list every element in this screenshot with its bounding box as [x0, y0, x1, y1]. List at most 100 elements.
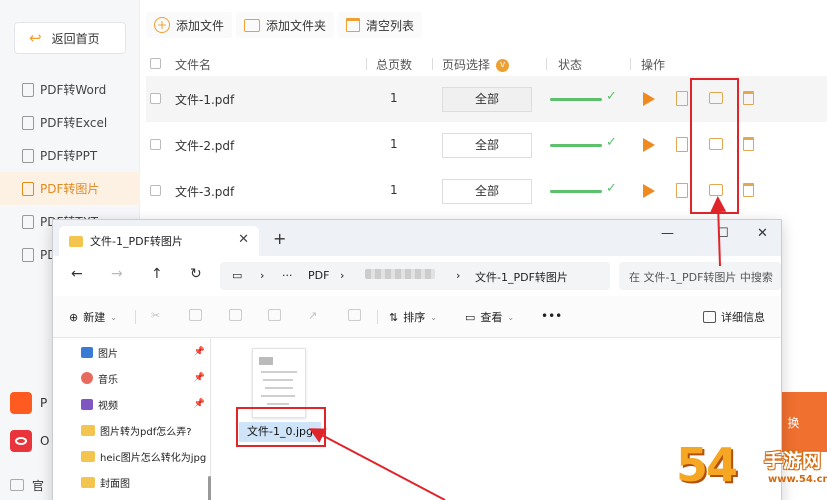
page-select-dropdown[interactable]: 全部 [442, 179, 532, 204]
view-icon: ▭ [465, 310, 476, 324]
nav-item-label: 封面图 [100, 478, 130, 490]
new-label: 新建 [83, 311, 106, 324]
scrollbar[interactable] [208, 476, 211, 500]
row-checkbox[interactable] [150, 93, 161, 104]
shortcut-label: P [40, 396, 48, 410]
document-icon [22, 115, 34, 130]
music-icon [81, 372, 93, 384]
header-divider [432, 58, 433, 70]
search-input[interactable]: 在 文件-1_PDF转图片 中搜索 [619, 262, 781, 290]
rename-icon[interactable] [268, 309, 281, 321]
nav-item-music[interactable]: 音乐 📌 [81, 368, 209, 388]
nav-item-label: heic图片怎么转化为jpg [100, 452, 207, 464]
clear-list-button[interactable]: 清空列表 [338, 12, 423, 38]
minimize-button[interactable]: — [661, 226, 674, 241]
nav-item-folder[interactable]: heic图片怎么转化为jpg [81, 446, 209, 466]
trash-icon[interactable] [743, 91, 754, 105]
app-toolbar: + 添加文件 添加文件夹 清空列表 [140, 0, 827, 48]
new-tab-button[interactable]: + [273, 229, 286, 248]
plus-circle-icon: ⊕ [69, 310, 79, 324]
delete-icon[interactable] [348, 309, 361, 321]
header-divider [366, 58, 367, 70]
new-button[interactable]: ⊕ 新建 ⌄ [69, 309, 117, 325]
play-icon[interactable] [643, 92, 655, 106]
address-bar[interactable]: ▭ › ··· PDF › › 文件-1_PDF转图片 [220, 262, 610, 290]
back-home-button[interactable]: ↩ 返回首页 [14, 22, 126, 54]
page-select-dropdown[interactable]: 全部 [442, 133, 532, 158]
page-count: 1 [390, 137, 398, 151]
select-all-checkbox[interactable] [150, 58, 161, 69]
maximize-button[interactable]: ☐ [717, 226, 729, 241]
explorer-nav-bar: ← → ↑ ↻ ▭ › ··· PDF › › 文件-1_PDF转图片 在 文件… [53, 256, 781, 296]
back-arrow-icon: ↩ [29, 29, 42, 47]
preview-icon[interactable] [676, 137, 688, 152]
page-count: 1 [390, 183, 398, 197]
explorer-tab[interactable]: 文件-1_PDF转图片 ✕ [59, 226, 259, 256]
watermark-number: 54 [676, 438, 738, 492]
preview-icon[interactable] [676, 183, 688, 198]
cut-icon[interactable]: ✂ [151, 309, 160, 322]
copy-icon[interactable] [189, 309, 202, 321]
watermark-logo: 54 手游网 www.54.cn [672, 436, 827, 500]
document-icon [22, 214, 34, 229]
back-arrow-icon[interactable]: ← [71, 266, 83, 282]
progress-bar [550, 190, 602, 193]
up-arrow-icon[interactable]: ↑ [151, 266, 163, 282]
clear-list-label: 清空列表 [366, 18, 415, 33]
header-name: 文件名 [175, 58, 212, 72]
trash-icon[interactable] [743, 183, 754, 197]
file-name: 文件-2.pdf [175, 139, 235, 153]
row-checkbox[interactable] [150, 185, 161, 196]
row-checkbox[interactable] [150, 139, 161, 150]
address-segment[interactable]: 文件-1_PDF转图片 [475, 269, 568, 285]
menu-item-pdf-image[interactable]: PDF转图片 [0, 172, 140, 205]
menu-item-label: PDF转Excel [40, 116, 108, 130]
share-icon[interactable]: ↗ [308, 309, 317, 322]
monitor-icon: ▭ [232, 269, 243, 282]
menu-item-pdf-ppt[interactable]: PDF转PPT [0, 139, 140, 172]
nav-item-folder[interactable]: 封面图 [81, 472, 209, 492]
sort-label: 排序 [403, 311, 426, 324]
sort-button[interactable]: ⇅ 排序 ⌄ [389, 309, 437, 325]
watermark-url: www.54.cn [768, 474, 827, 485]
nav-item-videos[interactable]: 视频 📌 [81, 394, 209, 414]
menu-item-pdf-word[interactable]: PDF转Word [0, 73, 140, 106]
nav-item-pictures[interactable]: 图片 📌 [81, 342, 209, 362]
details-button[interactable]: 详细信息 [703, 309, 765, 325]
chevron-down-icon[interactable]: v [496, 59, 510, 72]
close-window-button[interactable]: ✕ [757, 226, 768, 241]
folder-icon [81, 450, 95, 462]
video-icon [81, 398, 93, 410]
menu-item-pdf-excel[interactable]: PDF转Excel [0, 106, 140, 139]
address-more[interactable]: ··· [282, 269, 293, 282]
tab-title: 文件-1_PDF转图片 [90, 235, 183, 248]
back-home-label: 返回首页 [51, 31, 100, 46]
header-page-select: 页码选择 v [442, 56, 510, 73]
header-divider [546, 58, 547, 70]
divider [377, 310, 378, 324]
nav-item-label: 图片 [98, 348, 118, 360]
play-icon[interactable] [643, 184, 655, 198]
chevron-right-icon: › [260, 269, 265, 282]
close-tab-icon[interactable]: ✕ [238, 232, 249, 247]
preview-icon[interactable] [676, 91, 688, 106]
check-icon: ✓ [606, 89, 617, 104]
page-select-dropdown[interactable]: 全部 [442, 87, 532, 112]
add-folder-button[interactable]: 添加文件夹 [236, 12, 335, 38]
trash-icon[interactable] [743, 137, 754, 151]
nav-item-folder[interactable]: 图片转为pdf怎么弄? [81, 420, 209, 440]
view-button[interactable]: ▭ 查看 ⌄ [465, 309, 514, 325]
pin-icon: 📌 [193, 373, 205, 383]
address-segment[interactable]: PDF [308, 269, 329, 282]
paste-icon[interactable] [229, 309, 242, 321]
play-icon[interactable] [643, 138, 655, 152]
refresh-icon[interactable]: ↻ [190, 266, 202, 282]
shortcut-label: 官 [32, 478, 45, 493]
add-file-button[interactable]: + 添加文件 [146, 12, 233, 38]
more-options-button[interactable]: ••• [541, 309, 562, 323]
chevron-down-icon: ⌄ [507, 312, 515, 322]
progress-bar [550, 144, 602, 147]
forward-arrow-icon[interactable]: → [111, 266, 123, 282]
basket-icon [346, 18, 360, 32]
nav-item-label: 图片转为pdf怎么弄? [100, 426, 192, 438]
